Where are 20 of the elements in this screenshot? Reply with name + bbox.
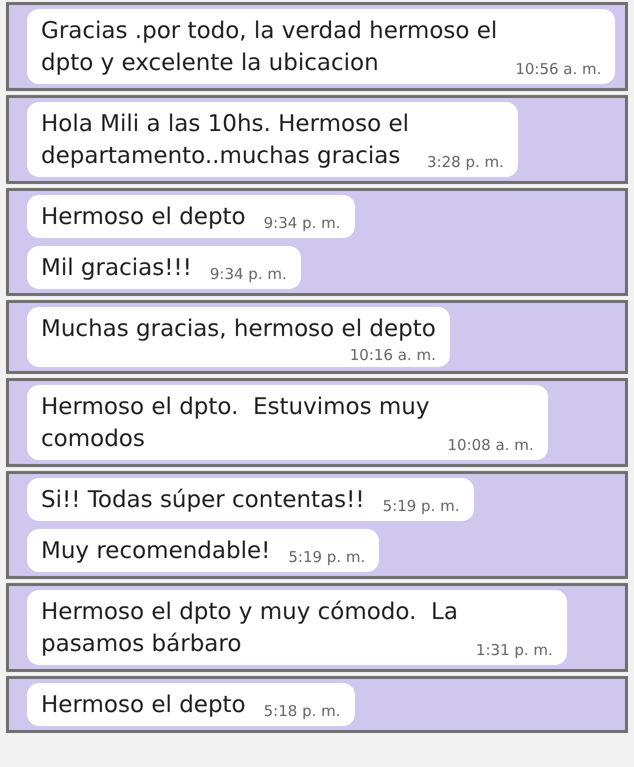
message-time: 10:16 a. m.	[350, 345, 436, 365]
message-time: 3:28 p. m.	[427, 152, 504, 172]
message-time: 10:08 a. m.	[447, 435, 534, 455]
message-text: Hermoso el dpto. Estuvimos muy comodos	[41, 393, 430, 454]
message-text: Muy recomendable!	[41, 537, 270, 566]
message-text: Hermoso el dpto y muy cómodo. La pasamos bárbaro	[41, 598, 458, 659]
message-time: 9:34 p. m.	[264, 213, 341, 233]
message-time: 5:19 p. m.	[382, 496, 460, 516]
message-text: Mil gracias!!!	[41, 254, 192, 283]
message-time: 9:34 p. m.	[210, 264, 287, 284]
message-time: 5:19 p. m.	[288, 547, 366, 567]
message-time: 1:31 p. m.	[476, 640, 553, 660]
message-text: Gracias .por todo, la verdad hermoso el dpto y excelente la ubicacion	[41, 17, 498, 78]
message-text: Muchas gracias, hermoso el depto	[41, 315, 436, 344]
message-text: Hola Mili a las 10hs. Hermoso el departamento..muchas gracias	[41, 110, 409, 171]
message-time: 5:18 p. m.	[264, 701, 341, 721]
message-text: Si!! Todas súper contentas!!	[41, 486, 365, 515]
message-time: 10:56 a. m.	[515, 59, 602, 79]
message-text: Hermoso el depto	[41, 203, 246, 232]
message-text: Hermoso el depto	[41, 691, 246, 720]
